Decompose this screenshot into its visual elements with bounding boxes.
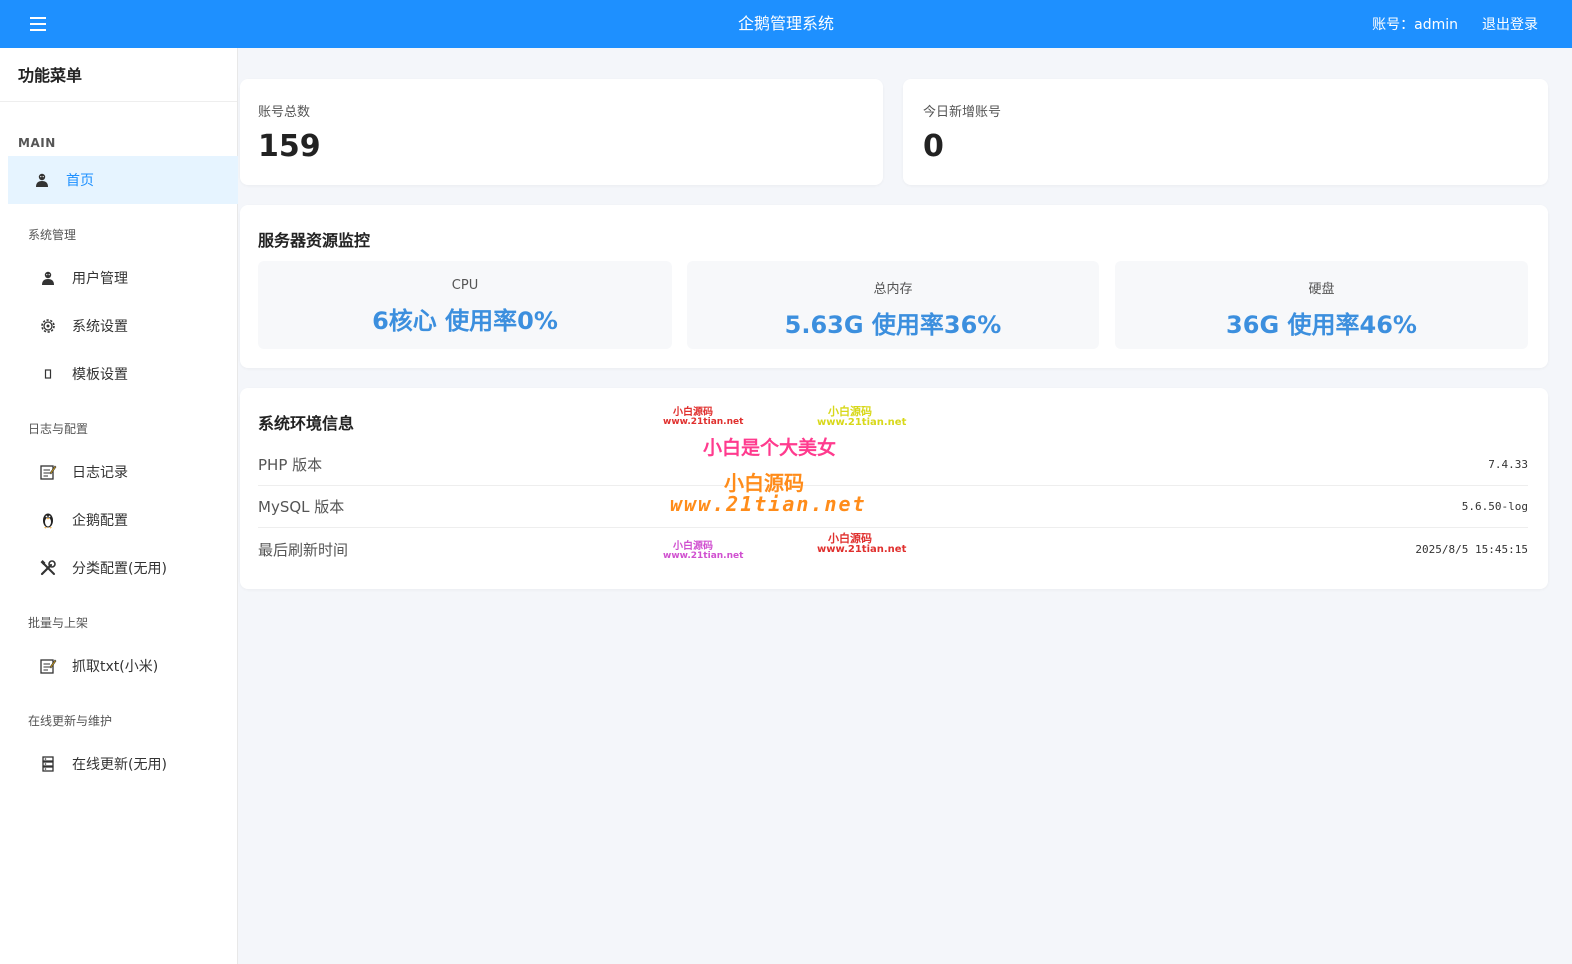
- memory-value: 5.63G 使用率36%: [784, 311, 1002, 339]
- user-icon: [30, 168, 54, 192]
- penguin-icon: [36, 508, 60, 532]
- env-key: PHP 版本: [258, 456, 323, 474]
- memory-box: 总内存 5.63G 使用率36%: [687, 261, 1099, 349]
- group-title-batch: 批量与上架: [28, 616, 89, 630]
- sidebar-item-label: 分类配置(无用): [72, 561, 167, 577]
- notepad-icon: [36, 460, 60, 484]
- sidebar-item-category-config[interactable]: 分类配置(无用): [0, 544, 237, 592]
- stat-value: 0: [923, 129, 944, 164]
- cpu-box: CPU 6核心 使用率0%: [258, 261, 672, 349]
- sidebar-item-label: 抓取txt(小米): [72, 659, 159, 675]
- sidebar-item-fetch-txt[interactable]: 抓取txt(小米): [0, 642, 237, 690]
- section-title: 服务器资源监控: [258, 231, 371, 250]
- server-icon: [36, 752, 60, 776]
- sidebar-item-template-settings[interactable]: 模板设置: [0, 350, 237, 398]
- memory-label: 总内存: [873, 282, 913, 297]
- cpu-value: 6核心 使用率0%: [372, 307, 558, 335]
- env-value: 7.4.33: [1488, 458, 1528, 471]
- env-key: MySQL 版本: [258, 498, 345, 516]
- section-title: 系统环境信息: [258, 414, 355, 433]
- disk-box: 硬盘 36G 使用率46%: [1115, 261, 1528, 349]
- sidebar-item-user-management[interactable]: 用户管理: [0, 254, 237, 302]
- disk-value: 36G 使用率46%: [1226, 311, 1417, 339]
- top-bar: 企鹅管理系统 账号：admin 退出登录: [0, 0, 1572, 48]
- logout-button[interactable]: 退出登录: [1482, 14, 1538, 34]
- group-title-system: 系统管理: [28, 228, 77, 242]
- template-icon: [36, 362, 60, 386]
- group-title-online-update: 在线更新与维护: [28, 714, 113, 728]
- env-value: 5.6.50-log: [1461, 500, 1528, 513]
- env-value: 2025/8/5 15:45:15: [1415, 542, 1528, 556]
- env-key: 最后刷新时间: [258, 540, 349, 559]
- env-row-last-refresh: 最后刷新时间 2025/8/5 15:45:15: [258, 528, 1528, 570]
- env-row-mysql: MySQL 版本 5.6.50-log: [258, 486, 1528, 528]
- sidebar-item-label: 企鹅配置: [72, 513, 128, 529]
- sidebar-item-logs[interactable]: 日志记录: [0, 448, 237, 496]
- sidebar-item-home[interactable]: 首页: [8, 156, 238, 204]
- sidebar-item-label: 日志记录: [72, 465, 128, 481]
- sidebar-item-label: 在线更新(无用): [72, 757, 167, 773]
- user-icon: [36, 266, 60, 290]
- system-env-card: 系统环境信息 PHP 版本 7.4.33 MySQL 版本 5.6.50-log…: [240, 388, 1548, 589]
- gear-icon: [36, 314, 60, 338]
- sidebar-title: 功能菜单: [0, 48, 237, 102]
- sidebar-item-label: 首页: [66, 173, 94, 189]
- main-section-label: MAIN: [18, 136, 56, 150]
- stat-label: 今日新增账号: [923, 105, 1002, 120]
- sidebar-item-penguin-config[interactable]: 企鹅配置: [0, 496, 237, 544]
- notepad-icon: [36, 654, 60, 678]
- sidebar-item-label: 用户管理: [72, 271, 128, 287]
- tools-icon: [36, 556, 60, 580]
- sidebar: 功能菜单 MAIN 首页 系统管理 用户管理 系统设置 模板设置 日志与配置 日…: [0, 48, 238, 964]
- group-title-logs-config: 日志与配置: [28, 422, 89, 436]
- sidebar-item-system-settings[interactable]: 系统设置: [0, 302, 237, 350]
- stat-card-total-accounts: 账号总数 159: [240, 79, 883, 185]
- hamburger-menu-icon[interactable]: [26, 12, 50, 36]
- env-row-php: PHP 版本 7.4.33: [258, 444, 1528, 486]
- sidebar-item-label: 系统设置: [72, 319, 128, 335]
- disk-label: 硬盘: [1308, 282, 1335, 297]
- sidebar-item-label: 模板设置: [72, 367, 128, 383]
- stat-card-new-today: 今日新增账号 0: [903, 79, 1548, 185]
- stat-label: 账号总数: [258, 105, 311, 120]
- stat-value: 159: [258, 129, 321, 164]
- sidebar-item-online-update[interactable]: 在线更新(无用): [0, 740, 237, 788]
- account-label: 账号：admin: [1372, 17, 1458, 33]
- server-monitor-card: 服务器资源监控 CPU 6核心 使用率0% 总内存 5.63G 使用率36% 硬…: [240, 205, 1548, 368]
- cpu-label: CPU: [451, 278, 479, 293]
- user-area: 账号：admin 退出登录: [1372, 0, 1538, 48]
- app-title: 企鹅管理系统: [737, 14, 834, 33]
